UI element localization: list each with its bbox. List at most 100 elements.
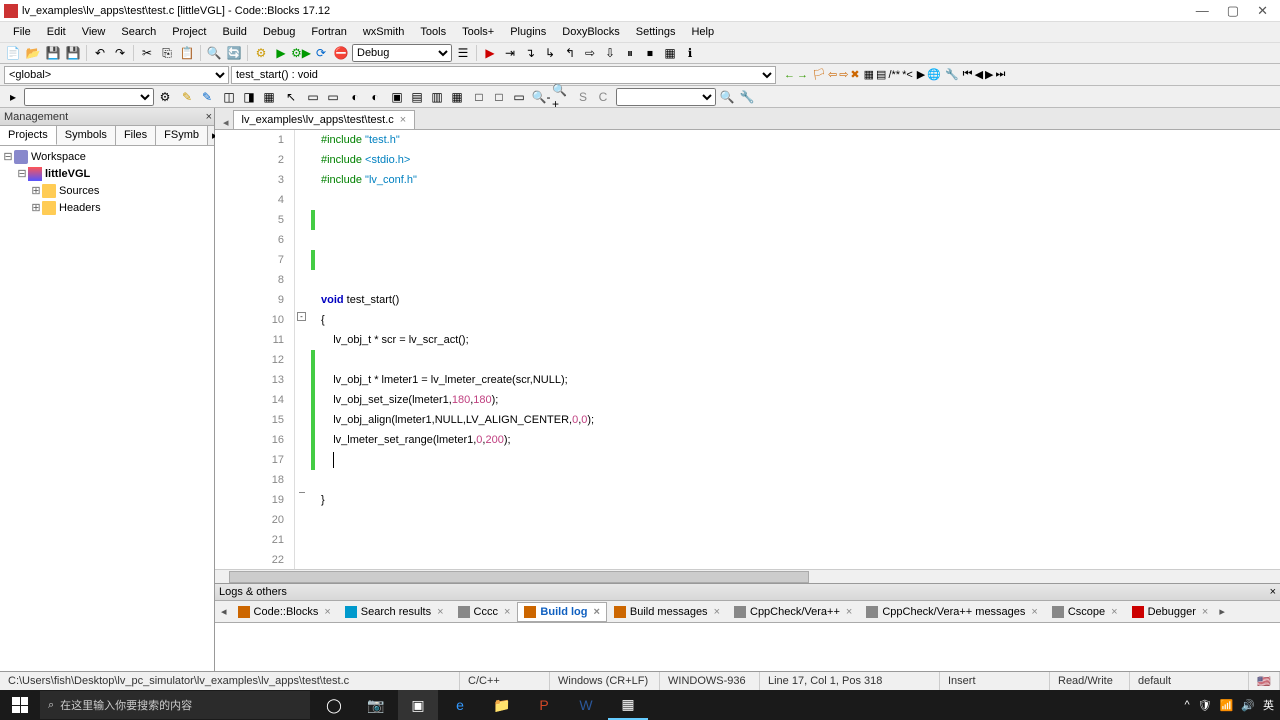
build-target-select[interactable]: Debug: [352, 44, 452, 62]
log-tab-close-icon[interactable]: ×: [1031, 606, 1037, 618]
menu-wxsmith[interactable]: wxSmith: [356, 24, 412, 40]
file-tab-close-icon[interactable]: ×: [400, 114, 406, 126]
tab-nav-left-icon[interactable]: ◂: [219, 116, 233, 129]
log-tab[interactable]: Search results×: [338, 602, 451, 622]
copy-icon[interactable]: ⎘: [158, 44, 176, 62]
horizontal-scrollbar[interactable]: [215, 569, 1280, 583]
expand-icon[interactable]: ⊞: [30, 184, 42, 197]
toggle2-icon[interactable]: ◐: [366, 88, 384, 106]
doxy2-icon[interactable]: ▤: [876, 68, 886, 81]
bookmark-clear-icon[interactable]: ✖: [850, 68, 859, 81]
hl1-icon[interactable]: ✎: [178, 88, 196, 106]
file-tab[interactable]: lv_examples\lv_apps\test\test.c ×: [233, 110, 416, 129]
scope-global-select[interactable]: <global>: [4, 66, 229, 84]
scope-function-select[interactable]: test_start() : void: [231, 66, 776, 84]
taskbar-search[interactable]: ⌕ 在这里输入你要搜索的内容: [40, 691, 310, 719]
targets-icon[interactable]: ☰: [454, 44, 472, 62]
mgmt-tab-fsymb[interactable]: FSymb: [156, 126, 208, 145]
log-tab[interactable]: Cscope×: [1045, 602, 1125, 622]
win3-icon[interactable]: ▥: [428, 88, 446, 106]
folder-sources[interactable]: Sources: [59, 185, 99, 197]
mgmt-tab-symbols[interactable]: Symbols: [57, 126, 116, 145]
log-tab-close-icon[interactable]: ×: [846, 606, 852, 618]
menu-debug[interactable]: Debug: [256, 24, 302, 40]
doxy1-icon[interactable]: ▦: [864, 68, 874, 81]
tray-icon[interactable]: 📶: [1220, 699, 1234, 712]
log-tab-close-icon[interactable]: ×: [324, 606, 330, 618]
menu-tools[interactable]: Tools: [413, 24, 453, 40]
save-all-icon[interactable]: 💾: [64, 44, 82, 62]
menu-view[interactable]: View: [75, 24, 113, 40]
minimize-button[interactable]: —: [1196, 3, 1209, 19]
win4-icon[interactable]: ▦: [448, 88, 466, 106]
start-button[interactable]: [0, 690, 40, 720]
box3-icon[interactable]: ▭: [510, 88, 528, 106]
task-powerpoint[interactable]: P: [524, 690, 564, 720]
folder-headers[interactable]: Headers: [59, 202, 101, 214]
logs-tab-prev-icon[interactable]: ◂: [217, 603, 231, 620]
tray-icon[interactable]: 🔊: [1241, 699, 1255, 712]
log-tab[interactable]: Cccc×: [451, 602, 518, 622]
build-icon[interactable]: ⚙: [252, 44, 270, 62]
task-word[interactable]: W: [566, 690, 606, 720]
log-tab-close-icon[interactable]: ×: [714, 606, 720, 618]
hl2-icon[interactable]: ✎: [198, 88, 216, 106]
tb2-select[interactable]: [24, 88, 154, 106]
doxy-settings-icon[interactable]: 🔧: [945, 68, 959, 81]
nav-first-icon[interactable]: ⏮: [963, 68, 973, 81]
search-go-icon[interactable]: 🔍: [718, 88, 736, 106]
search-select[interactable]: [616, 88, 716, 106]
doxy-comment-icon[interactable]: /**: [888, 69, 900, 81]
logs-tab-next-icon[interactable]: ▸: [1215, 603, 1229, 620]
code-content[interactable]: #include "test.h"#include <stdio.h>#incl…: [315, 130, 1280, 569]
menu-plugins[interactable]: Plugins: [503, 24, 553, 40]
tb2-icon-2[interactable]: ⚙: [156, 88, 174, 106]
task-camera[interactable]: 📷: [356, 690, 396, 720]
debug-windows-icon[interactable]: ▦: [661, 44, 679, 62]
log-tab-close-icon[interactable]: ×: [437, 606, 443, 618]
s-icon[interactable]: S: [574, 88, 592, 106]
close-button[interactable]: ✕: [1257, 3, 1268, 19]
bookmark-prev-icon[interactable]: ⇦: [828, 68, 837, 81]
doxy-line-icon[interactable]: *<: [902, 69, 913, 81]
menu-build[interactable]: Build: [215, 24, 253, 40]
step-into-icon[interactable]: ↳: [541, 44, 559, 62]
tray-icon[interactable]: 🛡: [1198, 699, 1212, 712]
save-icon[interactable]: 💾: [44, 44, 62, 62]
menu-edit[interactable]: Edit: [40, 24, 73, 40]
menu-settings[interactable]: Settings: [629, 24, 683, 40]
break-icon[interactable]: ⏸: [621, 44, 639, 62]
toggle1-icon[interactable]: ◐: [346, 88, 364, 106]
undo-icon[interactable]: ↶: [91, 44, 109, 62]
code-editor[interactable]: 12345678910111213141516171819202122 - #i…: [215, 130, 1280, 569]
menu-search[interactable]: Search: [114, 24, 163, 40]
next-line-icon[interactable]: ↴: [521, 44, 539, 62]
menu-project[interactable]: Project: [165, 24, 213, 40]
abort-icon[interactable]: ⛔: [332, 44, 350, 62]
doxy-html-icon[interactable]: 🌐: [927, 68, 941, 81]
zoom-out-icon[interactable]: 🔍-: [532, 88, 550, 106]
mgmt-tab-files[interactable]: Files: [116, 126, 156, 145]
menu-file[interactable]: File: [6, 24, 38, 40]
log-tab[interactable]: Code::Blocks×: [231, 602, 338, 622]
log-tab[interactable]: Build messages×: [607, 602, 727, 622]
run-icon[interactable]: ▶: [272, 44, 290, 62]
find-icon[interactable]: 🔍: [205, 44, 223, 62]
sel2-icon[interactable]: ◨: [240, 88, 258, 106]
log-tab[interactable]: Build log×: [517, 602, 606, 622]
redo-icon[interactable]: ↷: [111, 44, 129, 62]
logs-content[interactable]: [215, 623, 1280, 671]
system-tray[interactable]: ^🛡📶🔊英: [1184, 697, 1280, 713]
expand-icon[interactable]: ⊞: [30, 201, 42, 214]
win1-icon[interactable]: ▣: [388, 88, 406, 106]
win2-icon[interactable]: ▤: [408, 88, 426, 106]
fold-column[interactable]: -: [295, 130, 311, 569]
tray-icon[interactable]: ^: [1184, 699, 1189, 711]
paste-icon[interactable]: 📋: [178, 44, 196, 62]
step-instr-icon[interactable]: ⇩: [601, 44, 619, 62]
block2-icon[interactable]: ▭: [324, 88, 342, 106]
stop-icon[interactable]: ⏹: [641, 44, 659, 62]
zoom-in-icon[interactable]: 🔍+: [552, 88, 570, 106]
bookmark-toggle-icon[interactable]: 🏳: [812, 68, 826, 81]
collapse-icon[interactable]: ⊟: [2, 150, 14, 163]
